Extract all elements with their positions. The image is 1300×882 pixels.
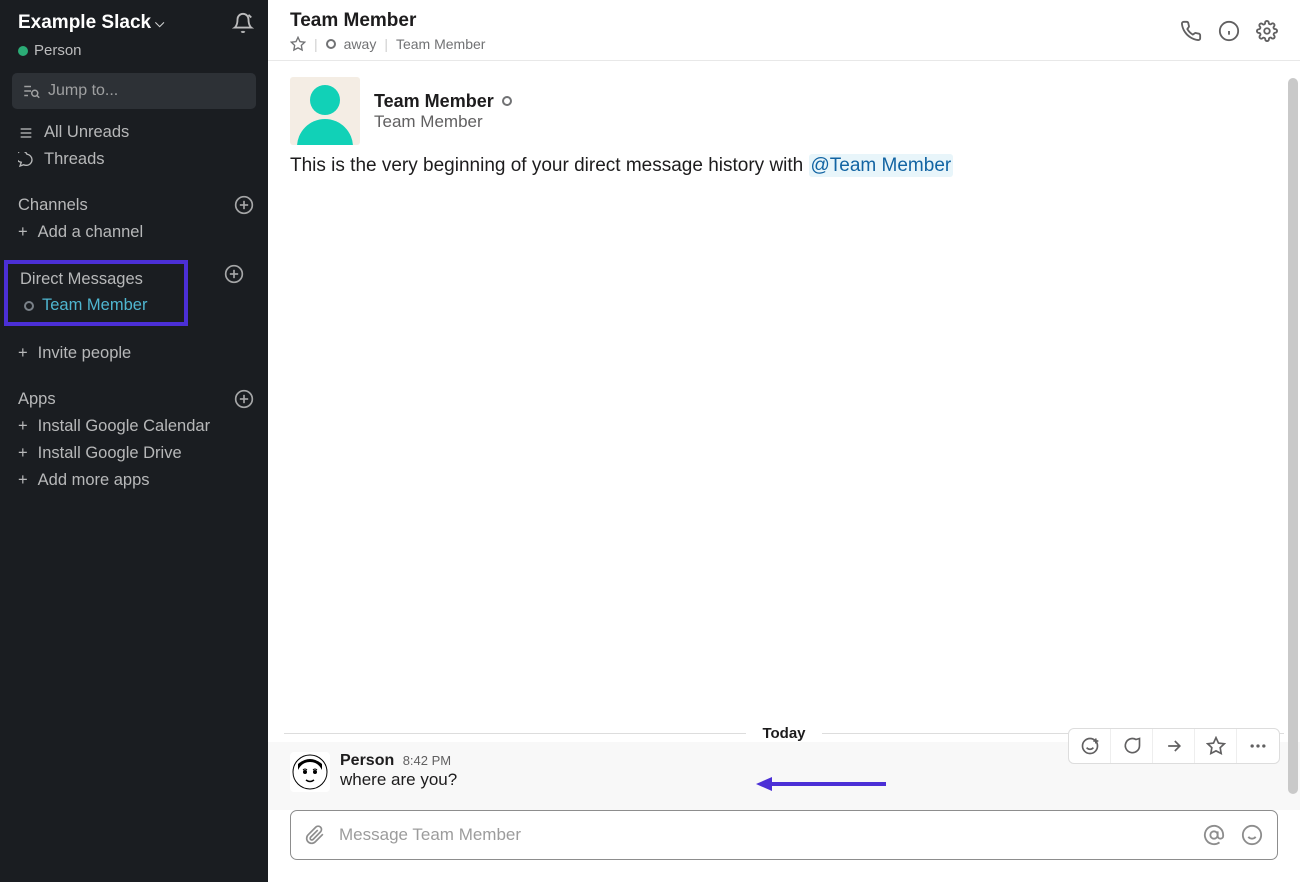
conversation-title[interactable]: Team Member [290, 10, 485, 32]
main-pane: Team Member | away | Team Member Tea [268, 0, 1300, 882]
nav-all-unreads-label: All Unreads [44, 123, 129, 142]
plus-icon: + [18, 471, 28, 490]
dm-intro-text: This is the very beginning of your direc… [268, 153, 1300, 187]
nav-threads-label: Threads [44, 150, 105, 169]
nav-threads[interactable]: Threads [0, 146, 268, 173]
app-item-google-calendar[interactable]: + Install Google Calendar [0, 413, 268, 440]
message-row[interactable]: Person 8:42 PM where are you? [268, 742, 1300, 810]
intro-text-prefix: This is the very beginning of your direc… [290, 155, 809, 176]
emoji-icon[interactable] [1241, 824, 1263, 846]
info-icon[interactable] [1218, 20, 1240, 42]
share-button[interactable] [1153, 729, 1195, 763]
presence-away-icon [326, 39, 336, 49]
app-item-google-drive[interactable]: + Install Google Drive [0, 440, 268, 467]
section-apps[interactable]: Apps [0, 385, 268, 413]
composer-input[interactable] [339, 825, 1189, 845]
plus-icon: + [18, 223, 28, 242]
add-dm-icon[interactable] [224, 264, 244, 284]
workspace-switcher[interactable]: Example Slack ⌵ [18, 12, 164, 34]
mention-link[interactable]: @Team Member [809, 154, 954, 177]
threads-icon [18, 152, 34, 168]
mention-icon[interactable] [1203, 824, 1225, 846]
separator: | [314, 36, 318, 52]
add-reaction-button[interactable] [1069, 729, 1111, 763]
invite-people[interactable]: + Invite people [0, 340, 268, 367]
scrollbar[interactable] [1288, 78, 1298, 794]
date-divider-label: Today [746, 725, 821, 742]
intro-subtitle: Team Member [374, 112, 512, 132]
avatar[interactable] [290, 752, 330, 792]
dm-intro: Team Member Team Member [268, 61, 1300, 153]
presence-active-icon [18, 46, 28, 56]
section-apps-label: Apps [18, 390, 56, 409]
notifications-icon[interactable] [232, 12, 254, 34]
add-channel-icon[interactable] [234, 195, 254, 215]
sidebar: Example Slack ⌵ Person Jump to... All Un… [0, 0, 268, 882]
message-timestamp: 8:42 PM [403, 753, 451, 768]
section-dm-label: Direct Messages [20, 270, 143, 289]
chevron-down-icon: ⌵ [155, 16, 164, 31]
plus-icon: + [18, 444, 28, 463]
nav-all-unreads[interactable]: All Unreads [0, 119, 268, 146]
gear-icon[interactable] [1256, 20, 1278, 42]
jump-placeholder: Jump to... [48, 82, 118, 100]
star-icon[interactable] [290, 36, 306, 52]
separator: | [384, 36, 388, 52]
unreads-icon [18, 125, 34, 141]
section-channels[interactable]: Channels [0, 191, 268, 219]
presence-away-icon [502, 96, 512, 106]
plus-icon: + [18, 344, 28, 363]
app-label: Install Google Calendar [38, 417, 210, 436]
invite-label: Invite people [38, 344, 132, 363]
status-text: away [344, 36, 377, 52]
workspace-name: Example Slack [18, 12, 151, 34]
header-subtitle: Team Member [396, 36, 485, 52]
conversation-header: Team Member | away | Team Member [268, 0, 1300, 61]
annotation-arrow [756, 774, 886, 794]
annotation-highlight-dm: Direct Messages Team Member [4, 260, 188, 326]
current-user[interactable]: Person [0, 40, 268, 67]
section-direct-messages[interactable]: Direct Messages [8, 266, 184, 293]
thread-button[interactable] [1111, 729, 1153, 763]
search-list-icon [22, 82, 40, 100]
section-channels-label: Channels [18, 196, 88, 215]
add-app-icon[interactable] [234, 389, 254, 409]
message-text: where are you? [340, 770, 457, 790]
app-label: Install Google Drive [38, 444, 182, 463]
message-actions-toolbar [1068, 728, 1280, 764]
message-composer[interactable] [290, 810, 1278, 860]
dm-item-label: Team Member [42, 296, 147, 315]
save-button[interactable] [1195, 729, 1237, 763]
current-user-name: Person [34, 42, 82, 59]
message-author[interactable]: Person [340, 752, 394, 769]
more-actions-button[interactable] [1237, 729, 1279, 763]
add-channel-label: Add a channel [38, 223, 144, 242]
avatar[interactable] [290, 77, 360, 145]
dm-item-team-member[interactable]: Team Member [8, 293, 184, 318]
jump-to-search[interactable]: Jump to... [12, 73, 256, 109]
add-channel-link[interactable]: + Add a channel [0, 219, 268, 246]
intro-name[interactable]: Team Member [374, 91, 494, 112]
attachment-icon[interactable] [305, 825, 325, 845]
app-label: Add more apps [38, 471, 150, 490]
app-item-add-more[interactable]: + Add more apps [0, 467, 268, 494]
call-icon[interactable] [1180, 20, 1202, 42]
presence-away-icon [24, 301, 34, 311]
plus-icon: + [18, 417, 28, 436]
